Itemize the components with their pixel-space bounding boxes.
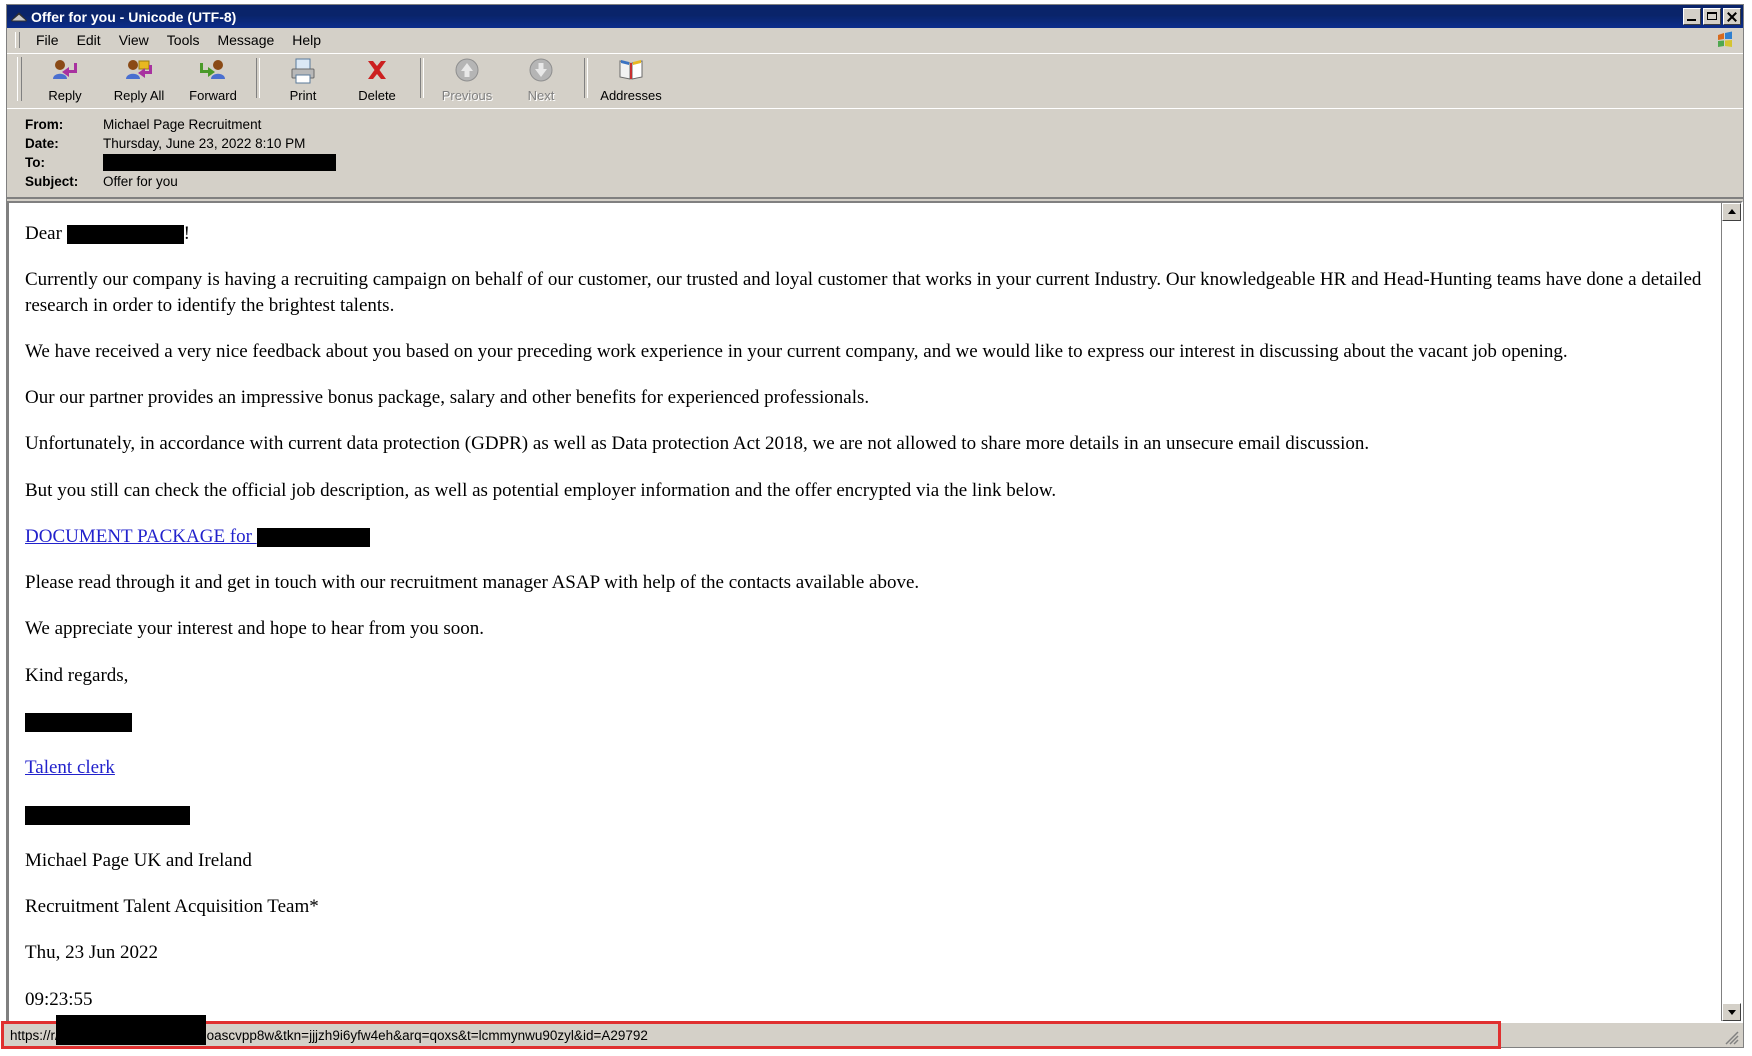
reply-icon [49, 57, 81, 87]
close-button[interactable] [1723, 8, 1741, 25]
message-body-pane: Dear ! Currently our company is having a… [7, 201, 1743, 1023]
email-window: Offer for you - Unicode (UTF-8) File Edi… [1, 4, 1744, 1049]
signature-contact-line [25, 801, 1707, 826]
delete-x-icon [361, 57, 393, 87]
toolbar-grip-handle[interactable] [17, 57, 22, 101]
signature-company: Michael Page UK and Ireland [25, 849, 252, 871]
header-row-subject: Subject: Offer for you [25, 172, 1743, 190]
document-package-link[interactable]: DOCUMENT PACKAGE for [25, 526, 370, 547]
paragraph-4: Unfortunately, in accordance with curren… [25, 433, 1370, 455]
date-label: Date: [25, 135, 59, 151]
reply-all-button[interactable]: Reply All [102, 54, 176, 104]
maximize-button[interactable] [1703, 8, 1721, 25]
reply-all-label: Reply All [113, 88, 165, 103]
paragraph-3: Our our partner provides an impressive b… [25, 387, 870, 409]
previous-button: Previous [430, 54, 504, 104]
message-content: Dear ! Currently our company is having a… [9, 203, 1721, 1021]
reply-all-icon [123, 57, 155, 87]
greeting-prefix: Dear [25, 223, 67, 244]
document-package-link-line: DOCUMENT PACKAGE for [25, 524, 1707, 549]
reply-label: Reply [48, 88, 82, 103]
header-row-from: From: Michael Page Recruitment [25, 115, 1743, 133]
toolbar-separator [584, 58, 588, 98]
talent-clerk-link[interactable]: Talent clerk [25, 757, 115, 778]
scrollbar-track[interactable] [1722, 221, 1741, 1003]
paragraph-2: We have received a very nice feedback ab… [25, 340, 1568, 362]
title-bar: Offer for you - Unicode (UTF-8) [7, 5, 1743, 28]
paragraph-7: We appreciate your interest and hope to … [25, 618, 485, 640]
signature-contact-redacted [25, 805, 190, 825]
windows-flag-logo-icon [1715, 30, 1735, 50]
subject-value: Offer for you [103, 173, 178, 189]
scroll-down-button[interactable] [1722, 1003, 1741, 1021]
paragraph-1: Currently our company is having a recrui… [25, 269, 1702, 316]
forward-label: Forward [189, 88, 237, 103]
to-label: To: [25, 154, 45, 170]
menu-item-edit[interactable]: Edit [68, 30, 110, 50]
greeting-suffix: ! [183, 223, 190, 244]
signature-name-redacted [25, 713, 132, 733]
document-package-name-redacted [256, 528, 370, 547]
status-bar: https://r/mp/?source=en0&open=oascvpp8w&… [1, 1015, 1743, 1049]
print-button[interactable]: Print [266, 54, 340, 104]
next-label: Next [527, 88, 555, 103]
greeting-line: Dear ! [25, 221, 1707, 246]
from-label: From: [25, 116, 64, 132]
scroll-up-button[interactable] [1722, 203, 1741, 221]
signature-time: 09:23:55 [25, 988, 93, 1010]
forward-button[interactable]: Forward [176, 54, 250, 104]
signature-date: Thu, 23 Jun 2022 [25, 942, 158, 964]
delete-label: Delete [358, 88, 396, 103]
arrow-up-circle-icon [451, 57, 483, 87]
status-url-redacted [56, 1015, 206, 1045]
toolbar: Reply Reply All Forward Print Delete Pre… [7, 53, 1743, 108]
date-value: Thursday, June 23, 2022 8:10 PM [103, 135, 306, 151]
reply-button[interactable]: Reply [28, 54, 102, 104]
from-value: Michael Page Recruitment [103, 116, 262, 132]
arrow-down-circle-icon [525, 57, 557, 87]
header-row-to: To: [25, 153, 1743, 171]
signature-team: Recruitment Talent Acquisition Team* [25, 895, 319, 917]
greeting-name-redacted [66, 225, 184, 245]
previous-label: Previous [441, 88, 493, 103]
window-controls [1683, 8, 1741, 25]
signature-closing: Kind regards, [25, 664, 129, 686]
forward-icon [197, 57, 229, 87]
menu-grip-handle[interactable] [15, 32, 20, 48]
menu-item-view[interactable]: View [110, 30, 158, 50]
printer-icon [287, 57, 319, 87]
status-url-prefix: https://r [10, 1027, 56, 1043]
toolbar-separator [420, 58, 424, 98]
addresses-button[interactable]: Addresses [594, 54, 668, 104]
menu-item-help[interactable]: Help [283, 30, 330, 50]
message-header-pane: From: Michael Page Recruitment Date: Thu… [7, 108, 1743, 199]
window-title: Offer for you - Unicode (UTF-8) [31, 8, 237, 25]
toolbar-separator [256, 58, 260, 98]
envelope-icon [10, 9, 28, 25]
minimize-button[interactable] [1683, 8, 1701, 25]
addresses-label: Addresses [600, 88, 662, 103]
signature-role-line: Talent clerk [25, 755, 1707, 780]
paragraph-6: Please read through it and get in touch … [25, 572, 920, 594]
signature-name-line [25, 709, 1707, 734]
menu-item-file[interactable]: File [27, 30, 68, 50]
delete-button[interactable]: Delete [340, 54, 414, 104]
to-value-redacted [103, 153, 336, 171]
status-url-highlight-box: https://r/mp/?source=en0&open=oascvpp8w&… [1, 1015, 1501, 1049]
menu-item-tools[interactable]: Tools [158, 30, 209, 50]
header-row-date: Date: Thursday, June 23, 2022 8:10 PM [25, 134, 1743, 152]
subject-label: Subject: [25, 173, 79, 189]
print-label: Print [289, 88, 317, 103]
paragraph-5: But you still can check the official job… [25, 479, 1057, 501]
resize-grip-icon[interactable] [1725, 1031, 1739, 1045]
document-package-link-text: DOCUMENT PACKAGE for [25, 525, 257, 547]
address-book-icon [615, 57, 647, 87]
menu-bar: File Edit View Tools Message Help [7, 28, 1743, 53]
vertical-scrollbar[interactable] [1721, 203, 1741, 1021]
menu-item-message[interactable]: Message [208, 30, 283, 50]
next-button: Next [504, 54, 578, 104]
